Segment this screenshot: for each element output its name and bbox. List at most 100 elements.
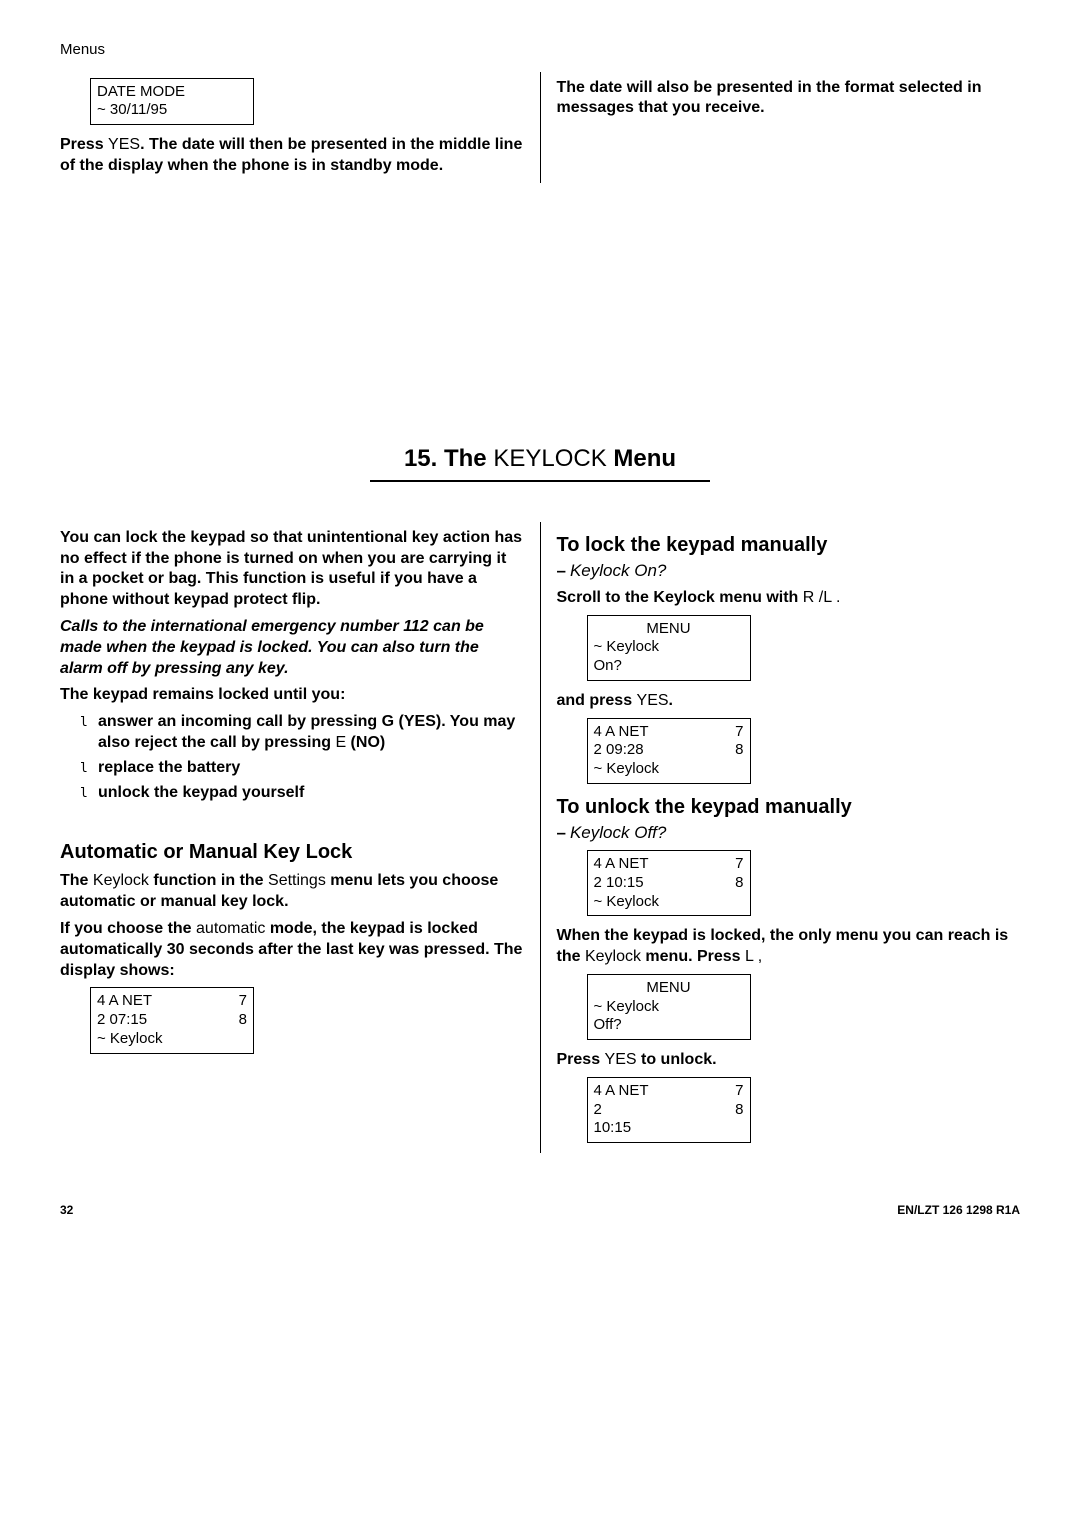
box-line: MENU (594, 979, 744, 998)
box-line: ~ 30/11/95 (97, 101, 247, 120)
text: . (669, 692, 673, 709)
box-row: 10:15 (594, 1119, 744, 1138)
lock-manually-heading: To lock the keypad manually (557, 532, 1021, 558)
keylock-function-paragraph: The Keylock function in the Settings men… (60, 871, 524, 913)
lock-on-sub: –Keylock On? (557, 560, 1021, 582)
key-label: YES (605, 1051, 637, 1068)
automatic-mode-paragraph: If you choose the automatic mode, the ke… (60, 919, 524, 981)
box-line: Off? (594, 1016, 744, 1035)
text: function in the (153, 872, 268, 889)
code: automatic (196, 920, 270, 937)
code: Keylock (585, 948, 645, 965)
text: The (60, 872, 93, 889)
section-number: 15. (404, 445, 437, 472)
box-row: ~ Keylock (594, 760, 744, 779)
page-number: 32 (60, 1203, 73, 1219)
text: 8 (735, 874, 743, 893)
only-menu-paragraph: When the keypad is locked, the only menu… (557, 926, 1021, 968)
text: 8 (735, 1101, 743, 1120)
press-yes-paragraph: Press YES. The date will then be present… (60, 135, 524, 177)
text: to unlock. (637, 1051, 717, 1068)
lock-off-sub: –Keylock Off? (557, 822, 1021, 844)
code: Settings (268, 872, 330, 889)
scroll-instruction: Scroll to the Keylock menu with R /L . (557, 588, 1021, 609)
top-left-col: DATE MODE ~ 30/11/95 Press YES. The date… (60, 72, 541, 183)
list-item: unlock the keypad yourself (80, 783, 524, 804)
text: 7 (735, 723, 743, 742)
menu-keylock-on-box: MENU ~ Keylock On? (587, 615, 751, 681)
top-columns: DATE MODE ~ 30/11/95 Press YES. The date… (60, 72, 1020, 183)
box-line: On? (594, 657, 744, 676)
text: If you choose the (60, 920, 196, 937)
list-item: answer an incoming call by pressing G (Y… (80, 712, 524, 754)
text: 2 07:15 (97, 1011, 147, 1030)
text: 7 (239, 992, 247, 1011)
box-line: ~ Keylock (594, 998, 744, 1017)
box-row: 4 A NET 7 (97, 992, 247, 1011)
box-row: 2 10:15 8 (594, 874, 744, 893)
box-row: ~ Keylock (97, 1030, 247, 1049)
date-mode-box: DATE MODE ~ 30/11/95 (90, 78, 254, 126)
text: Scroll to the Keylock menu with (557, 589, 803, 606)
text: Keylock Off? (570, 823, 666, 842)
box-line: ~ Keylock (594, 638, 744, 657)
locked-display-1015: 4 A NET 7 2 10:15 8 ~ Keylock (587, 850, 751, 916)
page-footer: 32 EN/LZT 126 1298 R1A (60, 1203, 1020, 1219)
text: and press (557, 692, 637, 709)
text: 7 (735, 855, 743, 874)
box-row: 4 A NET 7 (594, 723, 744, 742)
text: 4 A NET (97, 992, 152, 1011)
auto-manual-heading: Automatic or Manual Key Lock (60, 839, 524, 865)
text: 2 (594, 1101, 602, 1120)
list-item: replace the battery (80, 758, 524, 779)
running-header: Menus (60, 40, 1020, 60)
date-format-note: The date will also be presented in the f… (557, 78, 1021, 120)
box-line: DATE MODE (97, 83, 247, 102)
doc-id: EN/LZT 126 1298 R1A (897, 1203, 1020, 1219)
text: The (444, 445, 493, 472)
text: 4 A NET (594, 855, 649, 874)
auto-lock-display: 4 A NET 7 2 07:15 8 ~ Keylock (90, 987, 254, 1053)
box-row: ~ Keylock (594, 893, 744, 912)
text: 8 (239, 1011, 247, 1030)
text: 4 A NET (594, 723, 649, 742)
menu-name: KEYLOCK (493, 445, 606, 472)
code: Keylock (93, 872, 153, 889)
locked-until-list: answer an incoming call by pressing G (Y… (60, 712, 524, 803)
section-heading: 15. The KEYLOCK Menu (60, 443, 1020, 474)
text: 8 (735, 741, 743, 760)
key-label: L , (745, 948, 762, 965)
unlock-manually-heading: To unlock the keypad manually (557, 794, 1021, 820)
right-column: To lock the keypad manually –Keylock On?… (541, 522, 1021, 1153)
intro-paragraph: You can lock the keypad so that unintent… (60, 528, 524, 611)
text: answer an incoming call by pressing (98, 713, 382, 730)
key-label: R /L . (803, 589, 841, 606)
box-row: 2 09:28 8 (594, 741, 744, 760)
key-label: E (335, 734, 346, 751)
text: 4 A NET (594, 1082, 649, 1101)
text: Menu (607, 445, 676, 472)
box-row: 2 07:15 8 (97, 1011, 247, 1030)
text: 2 09:28 (594, 741, 644, 760)
key-label: YES (108, 136, 140, 153)
text: 2 10:15 (594, 874, 644, 893)
main-columns: You can lock the keypad so that unintent… (60, 522, 1020, 1153)
menu-keylock-off-box: MENU ~ Keylock Off? (587, 974, 751, 1040)
text: (NO) (346, 734, 385, 751)
text: Press (557, 1051, 605, 1068)
left-column: You can lock the keypad so that unintent… (60, 522, 541, 1153)
box-row: 28 (594, 1101, 744, 1120)
emergency-note: Calls to the international emergency num… (60, 617, 524, 679)
top-right-col: The date will also be presented in the f… (541, 72, 1021, 183)
and-press-yes: and press YES. (557, 691, 1021, 712)
text: Keylock On? (570, 561, 666, 580)
heading-rule (370, 480, 710, 482)
box-row: 4 A NET 7 (594, 1082, 744, 1101)
press-yes-unlock: Press YES to unlock. (557, 1050, 1021, 1071)
locked-display-0928: 4 A NET 7 2 09:28 8 ~ Keylock (587, 718, 751, 784)
text: 7 (735, 1082, 743, 1101)
text: menu. Press (645, 948, 745, 965)
locked-until: The keypad remains locked until you: (60, 685, 524, 706)
unlocked-display: 4 A NET7 28 10:15 (587, 1077, 751, 1143)
key-label: YES (637, 692, 669, 709)
